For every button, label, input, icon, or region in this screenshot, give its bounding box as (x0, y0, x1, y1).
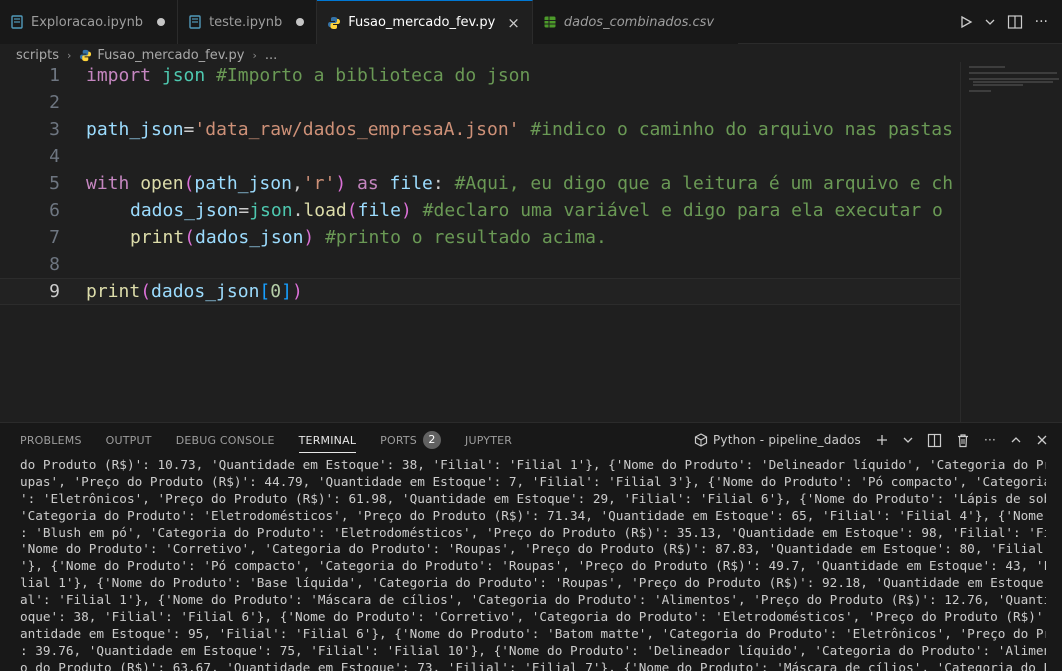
editor-actions: ··· (959, 0, 1062, 43)
line-number: 6 (49, 200, 60, 221)
terminal-line: oque': 38, 'Filial': 'Filial 6'}, {'Nome… (20, 609, 1046, 625)
trash-icon[interactable] (956, 433, 970, 448)
line-number: 1 (49, 65, 60, 86)
tab-teste[interactable]: teste.ipynb (178, 0, 318, 44)
more-actions-icon[interactable]: ··· (984, 433, 996, 447)
code-line[interactable]: 2 (0, 89, 960, 116)
terminal-line: : 39.76, 'Quantidade em Estoque': 75, 'F… (20, 642, 1046, 658)
line-number: 2 (49, 92, 60, 113)
terminal-line: ': 'Eletrônicos', 'Preço do Produto (R$)… (20, 490, 1046, 506)
code-line[interactable]: 3 path_json='data_raw/dados_empresaA.jso… (0, 116, 960, 143)
tab-fusao-mercado-fev[interactable]: Fusao_mercado_fev.py × (317, 0, 533, 44)
close-icon[interactable] (1036, 434, 1048, 446)
tab-label: dados_combinados.csv (563, 14, 715, 30)
unsaved-dot-icon[interactable] (296, 18, 305, 26)
minimap-line (969, 72, 1057, 74)
close-icon[interactable]: × (507, 14, 520, 32)
tab-label: teste.ipynb (209, 14, 283, 30)
minimap-line (969, 78, 1059, 80)
terminal-line: lial 1'}, {'Nome do Produto': 'Base líqu… (20, 575, 1046, 591)
tab-exploracao[interactable]: Exploracao.ipynb (0, 0, 179, 44)
line-number: 5 (49, 173, 60, 194)
run-icon[interactable] (959, 15, 973, 29)
code-line-current[interactable]: 9 print(dados_json[0]) (0, 278, 960, 305)
terminal-output[interactable]: do Produto (R$)': 10.73, 'Quantidade em … (20, 457, 1046, 671)
tab-ports-label: PORTS (380, 433, 417, 447)
notebook-icon (11, 15, 23, 29)
plus-icon[interactable] (875, 433, 889, 447)
terminal-line: : 'Blush em pó', 'Categoria do Produto':… (20, 524, 1046, 540)
tab-terminal[interactable]: TERMINAL (298, 423, 357, 457)
code-content: path_json='data_raw/dados_empresaA.json'… (86, 119, 953, 140)
tab-problems[interactable]: PROBLEMS (20, 423, 82, 457)
editor-tab-bar: Exploracao.ipynb teste.ipynb Fusao_merca… (0, 0, 1062, 44)
minimap-line (969, 90, 991, 92)
tab-debug-console[interactable]: DEBUG CONSOLE (176, 423, 275, 457)
terminal-line: 'Categoria do Produto': 'Eletrodoméstico… (20, 507, 1046, 523)
chevron-right-icon: › (67, 48, 72, 62)
terminal-line: upas', 'Preço do Produto (R$)': 44.79, '… (20, 473, 1046, 489)
code-line[interactable]: 6 dados_json=json.load(file) #declaro um… (0, 197, 960, 224)
python-terminal-icon (694, 433, 708, 447)
terminal-line: 'Nome do Produto': 'Corretivo', 'Categor… (20, 541, 1046, 557)
maximize-panel-icon[interactable] (1010, 434, 1022, 446)
terminal-selector[interactable]: Python - pipeline_dados (694, 433, 861, 447)
more-actions-icon[interactable]: ··· (1035, 14, 1048, 30)
code-editor[interactable]: 1 import json #Importo a biblioteca do j… (0, 62, 1062, 422)
code-content: print(dados_json[0]) (86, 281, 303, 302)
code-line[interactable]: 7 print(dados_json) #printo o resultado … (0, 224, 960, 251)
line-number: 3 (49, 119, 60, 140)
code-line[interactable]: 8 (0, 251, 960, 278)
code-content: print(dados_json) #printo o resultado ac… (130, 227, 607, 248)
terminal-line: o do Produto (R$)': 63.67, 'Quantidade e… (20, 659, 1046, 671)
code-line[interactable]: 4 (0, 143, 960, 170)
terminal-line: do Produto (R$)': 10.73, 'Quantidade em … (20, 457, 1046, 472)
tab-dados-combinados[interactable]: dados_combinados.csv (532, 0, 739, 44)
line-number: 7 (49, 227, 60, 248)
tab-output[interactable]: OUTPUT (106, 423, 152, 457)
bottom-panel: PROBLEMS OUTPUT DEBUG CONSOLE TERMINAL P… (0, 422, 1062, 671)
csv-file-icon (544, 16, 556, 28)
minimap[interactable] (960, 62, 1062, 422)
terminal-line: antidade em Estoque': 95, 'Filial': 'Fil… (20, 625, 1046, 641)
unsaved-dot-icon[interactable] (157, 18, 166, 26)
split-editor-icon[interactable] (1007, 14, 1023, 30)
tab-jupyter[interactable]: JUPYTER (465, 423, 512, 457)
terminal-scrollbar[interactable] (1048, 457, 1062, 671)
breadcrumb-folder[interactable]: scripts (16, 48, 59, 63)
line-number: 9 (49, 281, 60, 302)
chevron-down-icon[interactable] (985, 15, 995, 29)
line-number: 4 (49, 146, 60, 167)
python-file-icon (80, 49, 92, 61)
ports-count-badge: 2 (423, 431, 441, 449)
tab-label: Fusao_mercado_fev.py (348, 15, 496, 30)
tab-label: Exploracao.ipynb (31, 14, 144, 30)
breadcrumb-file[interactable]: Fusao_mercado_fev.py (97, 48, 244, 63)
code-content: dados_json=json.load(file) #declaro uma … (130, 200, 943, 221)
notebook-icon (189, 15, 201, 29)
panel-actions: Python - pipeline_dados ··· (694, 433, 1062, 448)
code-line[interactable]: 1 import json #Importo a biblioteca do j… (0, 62, 960, 89)
terminal-name: Python - pipeline_dados (713, 433, 861, 447)
tab-ports[interactable]: PORTS 2 (380, 423, 441, 457)
panel-tab-bar: PROBLEMS OUTPUT DEBUG CONSOLE TERMINAL P… (0, 423, 1062, 457)
chevron-down-icon[interactable] (903, 433, 913, 447)
minimap-line (973, 81, 1053, 83)
terminal-line: al': 'Filial 1'}, {'Nome do Produto': 'M… (20, 592, 1046, 608)
code-content: with open(path_json,'r') as file: #Aqui,… (86, 173, 954, 194)
breadcrumb-symbols[interactable]: ... (265, 48, 277, 63)
split-terminal-icon[interactable] (927, 433, 942, 448)
code-line[interactable]: 5 with open(path_json,'r') as file: #Aqu… (0, 170, 960, 197)
chevron-right-icon: › (252, 48, 257, 62)
terminal-line: '}, {'Nome do Produto': 'Pó compacto', '… (20, 558, 1046, 574)
line-number: 8 (49, 254, 60, 275)
code-content: import json #Importo a biblioteca do jso… (86, 65, 531, 86)
minimap-line (973, 84, 1023, 86)
minimap-line (969, 66, 1005, 68)
python-file-icon (328, 16, 341, 29)
